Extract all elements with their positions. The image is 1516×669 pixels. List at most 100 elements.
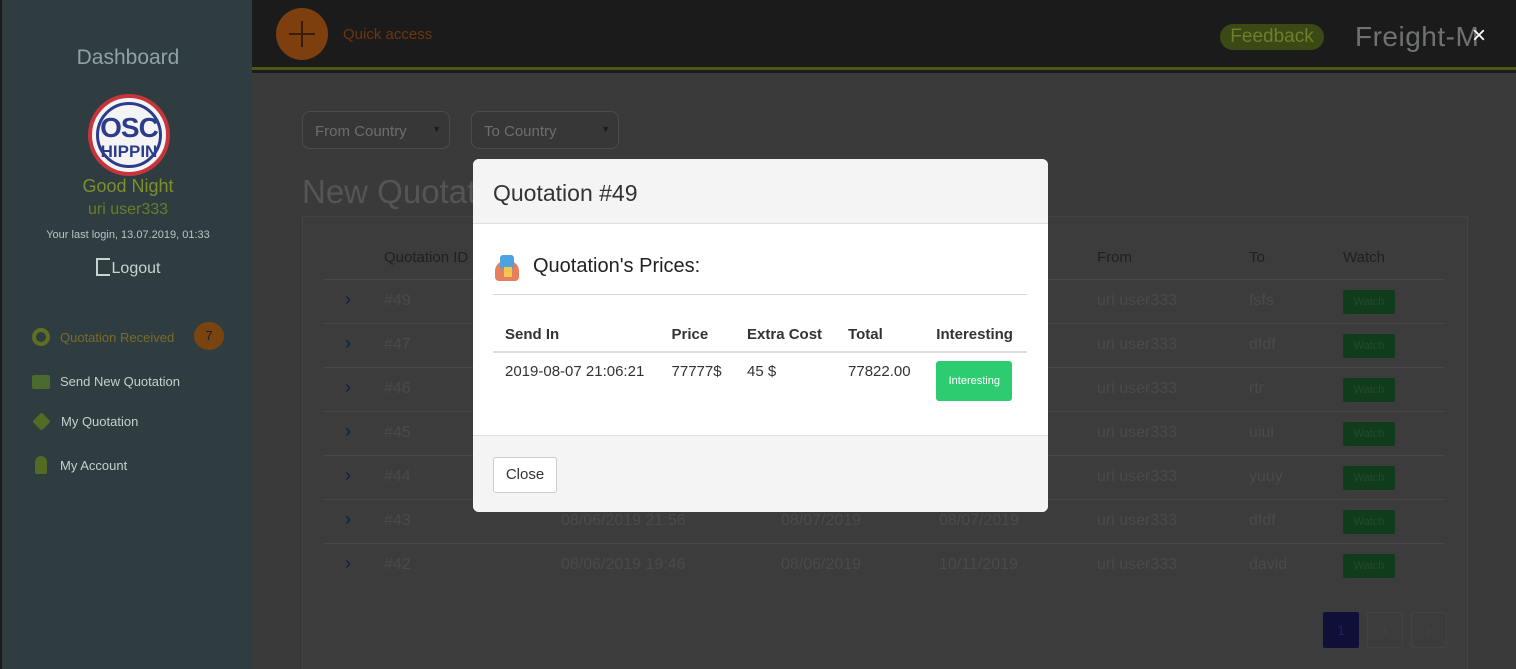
- row-date-2: 10/11/2019: [939, 556, 1018, 573]
- expand-chevron-icon[interactable]: ›: [345, 333, 351, 354]
- watch-button[interactable]: Watch: [1343, 422, 1395, 446]
- top-bar: Quick access Feedback Freight-M: [252, 0, 1516, 70]
- row-to: yuuy: [1249, 468, 1283, 485]
- sidebar-item-label: My Quotation: [61, 414, 139, 429]
- header-quotation-id: Quotation ID: [384, 249, 469, 266]
- quick-access-label[interactable]: Quick access: [343, 26, 432, 43]
- modal-title: Quotation #49: [473, 159, 1048, 224]
- sidebar-item-my-quotation[interactable]: My Quotation: [32, 412, 139, 431]
- row-id: #44: [384, 468, 411, 485]
- quotation-count-badge: 7: [194, 322, 224, 350]
- to-country-select[interactable]: To Country ▼: [471, 111, 619, 149]
- username: uri user333: [87, 201, 169, 218]
- diamond-icon: [32, 412, 51, 431]
- expand-chevron-icon[interactable]: ›: [345, 553, 351, 574]
- row-from: uri user333: [1097, 336, 1178, 353]
- watch-button[interactable]: Watch: [1343, 378, 1395, 402]
- row-id: #47: [384, 336, 411, 353]
- sidebar-item-label: Send New Quotation: [60, 374, 180, 389]
- greeting: Good Night: [82, 176, 174, 196]
- col-extra-cost: Extra Cost: [735, 318, 837, 353]
- row-id: #45: [384, 424, 411, 441]
- total-value: 77822.00: [848, 363, 911, 380]
- row-to: david: [1249, 556, 1288, 573]
- from-country-select[interactable]: From Country ▼: [302, 111, 450, 149]
- logo-text-bottom: HIPPIN: [100, 142, 158, 161]
- interesting-cell: Interesting: [924, 352, 1027, 411]
- sidebar: Dashboard OSC HIPPIN Good Night uri user…: [0, 0, 252, 669]
- col-send-in: Send In: [493, 318, 660, 353]
- row-to: dfdf: [1249, 336, 1276, 353]
- extra-cost-value: 45 $: [747, 363, 777, 380]
- row-from: uri user333: [1097, 468, 1178, 485]
- row-from: uri user333: [1097, 556, 1178, 573]
- col-total: Total: [836, 318, 925, 353]
- prices-title-text: Quotation's Prices:: [533, 255, 701, 277]
- sidebar-title: Dashboard: [76, 46, 180, 69]
- row-from: uri user333: [1097, 424, 1178, 441]
- close-overlay-icon[interactable]: ×: [1472, 24, 1486, 48]
- table-row[interactable]: › #42 08/06/2019 19:46 08/06/2019 10/11/…: [323, 543, 1445, 587]
- header-watch: Watch: [1343, 249, 1385, 266]
- watch-button[interactable]: Watch: [1343, 554, 1395, 578]
- sidebar-item-send-new-quotation[interactable]: Send New Quotation: [32, 374, 180, 389]
- prices-section-title: Quotation's Prices:: [493, 255, 1027, 295]
- to-country-value: To Country: [484, 123, 557, 140]
- page-title: New Quotat: [302, 173, 477, 210]
- header-from: From: [1097, 249, 1132, 266]
- row-id: #43: [384, 512, 411, 529]
- expand-chevron-icon[interactable]: ›: [345, 465, 351, 486]
- expand-chevron-icon[interactable]: ›: [345, 289, 351, 310]
- row-date-2: 08/07/2019: [939, 512, 1020, 529]
- watch-button[interactable]: Watch: [1343, 510, 1395, 534]
- watch-button[interactable]: Watch: [1343, 334, 1395, 358]
- company-logo: OSC HIPPIN: [88, 94, 170, 176]
- table-row: 2019-08-07 21:06:21 77777$ 45 $ 77822.00…: [493, 352, 1027, 411]
- row-from: uri user333: [1097, 380, 1178, 397]
- col-price: Price: [659, 318, 736, 353]
- row-to: fsfs: [1249, 292, 1274, 309]
- prev-page-button[interactable]: ‹: [1367, 612, 1403, 648]
- watch-button[interactable]: Watch: [1343, 466, 1395, 490]
- person-icon: [35, 456, 47, 474]
- logout-label: Logout: [111, 260, 161, 277]
- sidebar-item-my-account[interactable]: My Account: [32, 456, 127, 474]
- interesting-button[interactable]: Interesting: [936, 361, 1013, 401]
- row-date-1: 08/07/2019: [781, 512, 862, 529]
- quotation-modal: Quotation #49 Quotation's Prices: Send I…: [473, 159, 1048, 512]
- from-country-value: From Country: [315, 123, 407, 140]
- sidebar-item-label: My Account: [60, 457, 128, 473]
- row-to: rtr: [1249, 380, 1265, 397]
- page-1-button[interactable]: 1: [1323, 612, 1359, 648]
- prices-table: Send In Price Extra Cost Total Interesti…: [493, 318, 1027, 411]
- send-in-value: 2019-08-07 21:06:21: [505, 363, 645, 380]
- row-to: uiui: [1249, 424, 1274, 441]
- watch-button[interactable]: Watch: [1343, 290, 1395, 314]
- brand-title: Freight-M: [1355, 21, 1480, 52]
- logout-icon: [95, 258, 110, 276]
- row-from: uri user333: [1097, 512, 1178, 529]
- next-page-button[interactable]: ›: [1411, 612, 1447, 648]
- expand-chevron-icon[interactable]: ›: [345, 421, 351, 442]
- quick-access-button[interactable]: [276, 8, 328, 60]
- caret-down-icon: ▼: [432, 124, 441, 134]
- last-login: Your last login, 13.07.2019, 01:33: [46, 229, 210, 241]
- row-sent-date: 08/06/2019 21:56: [561, 512, 686, 529]
- row-id: #46: [384, 380, 411, 397]
- close-button[interactable]: Close: [493, 457, 557, 493]
- col-interesting: Interesting: [924, 318, 1027, 353]
- row-to: dfdf: [1249, 512, 1276, 529]
- expand-chevron-icon[interactable]: ›: [345, 509, 351, 530]
- feedback-button[interactable]: Feedback: [1220, 24, 1324, 50]
- row-id: #49: [384, 292, 411, 309]
- logo-text-top: OSC: [100, 112, 159, 143]
- caret-down-icon: ▼: [601, 124, 610, 134]
- row-date-1: 08/06/2019: [781, 556, 862, 573]
- modal-footer: Close: [473, 435, 1048, 512]
- sidebar-item-quotation-received[interactable]: Quotation Received: [32, 328, 174, 346]
- gear-icon: [32, 328, 50, 346]
- row-from: uri user333: [1097, 292, 1178, 309]
- expand-chevron-icon[interactable]: ›: [345, 377, 351, 398]
- modal-body: Quotation's Prices: Send In Price Extra …: [473, 224, 1048, 436]
- logout-link[interactable]: Logout: [2, 258, 254, 278]
